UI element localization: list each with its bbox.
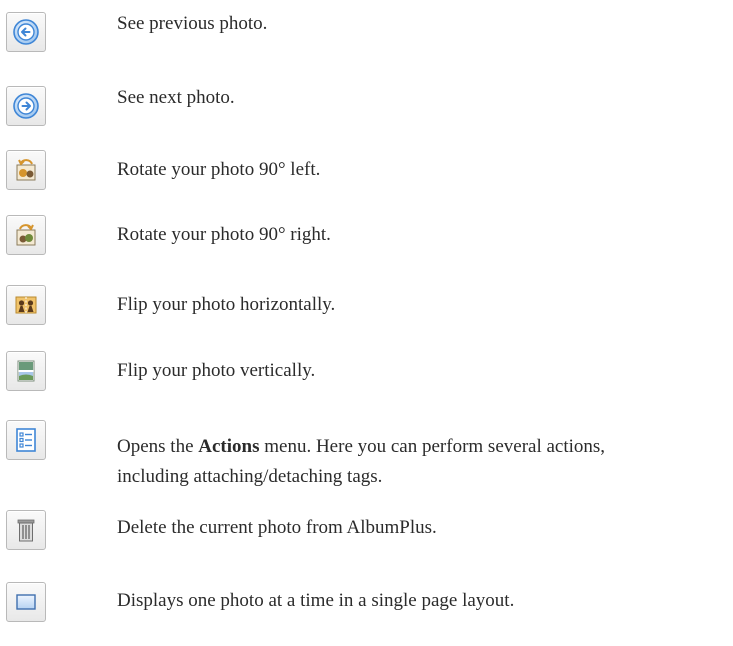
flip-horizontal-icon xyxy=(12,291,40,319)
description-rotate-left: Rotate your photo 90° left. xyxy=(117,159,321,180)
single-page-layout-button[interactable] xyxy=(6,582,46,622)
flip-vertical-button[interactable] xyxy=(6,351,46,391)
delete-photo-button[interactable] xyxy=(6,510,46,550)
actions-menu-button[interactable] xyxy=(6,420,46,460)
previous-arrow-icon xyxy=(12,18,40,46)
description-single-page: Displays one photo at a time in a single… xyxy=(117,590,515,611)
rotate-right-button[interactable] xyxy=(6,215,46,255)
flip-vertical-icon xyxy=(12,357,40,385)
description-actions-line2: including attaching/detaching tags. xyxy=(117,466,383,487)
toolbar-reference-document: See previous photo. See next photo. Rota… xyxy=(0,0,733,646)
actions-menu-icon xyxy=(12,426,40,454)
next-arrow-icon xyxy=(12,92,40,120)
single-page-layout-icon xyxy=(12,588,40,616)
description-flip-vertical: Flip your photo vertically. xyxy=(117,360,316,381)
description-flip-horizontal: Flip your photo horizontally. xyxy=(117,294,336,315)
rotate-left-button[interactable] xyxy=(6,150,46,190)
description-next: See next photo. xyxy=(117,87,235,108)
next-photo-button[interactable] xyxy=(6,86,46,126)
trash-icon xyxy=(12,516,40,544)
flip-horizontal-button[interactable] xyxy=(6,285,46,325)
description-delete: Delete the current photo from AlbumPlus. xyxy=(117,517,437,538)
description-actions-line1: Opens the Actions menu. Here you can per… xyxy=(117,432,605,462)
description-actions-prefix: Opens the xyxy=(117,436,199,457)
description-previous: See previous photo. xyxy=(117,13,268,34)
actions-menu-name: Actions xyxy=(198,436,260,457)
description-actions-suffix: menu. Here you can perform several actio… xyxy=(259,436,606,457)
rotate-right-icon xyxy=(12,221,40,249)
description-rotate-right: Rotate your photo 90° right. xyxy=(117,224,331,245)
previous-photo-button[interactable] xyxy=(6,12,46,52)
rotate-left-icon xyxy=(12,156,40,184)
